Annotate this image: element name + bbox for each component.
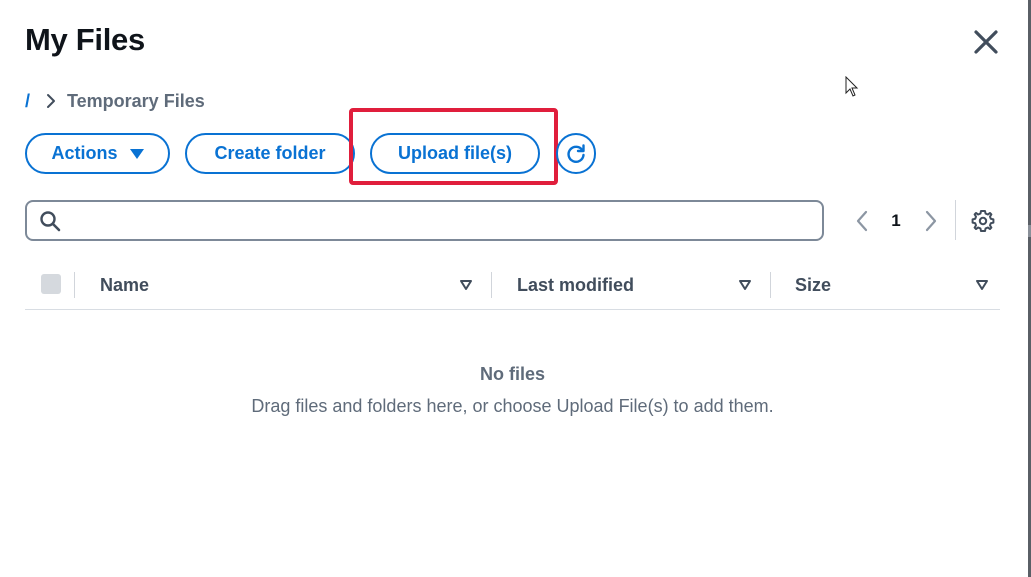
upload-files-button[interactable]: Upload file(s) — [370, 133, 540, 174]
search-input[interactable] — [71, 206, 811, 235]
column-header-name[interactable]: Name — [100, 275, 149, 296]
column-header-last-modified[interactable]: Last modified — [517, 275, 634, 296]
caret-down-icon — [129, 148, 144, 159]
column-divider — [74, 272, 75, 298]
create-folder-label: Create folder — [214, 143, 326, 163]
chevron-right-icon — [47, 94, 55, 108]
pager-divider — [955, 200, 956, 240]
gear-icon[interactable] — [971, 209, 995, 233]
close-button[interactable] — [970, 26, 1002, 58]
sort-down-icon[interactable] — [459, 278, 473, 292]
breadcrumb-root-link[interactable]: / — [25, 91, 39, 112]
mouse-cursor-icon — [845, 76, 859, 97]
select-all-checkbox[interactable] — [41, 274, 61, 294]
page-number[interactable]: 1 — [885, 211, 907, 231]
create-folder-button[interactable]: Create folder — [185, 133, 355, 174]
page-title: My Files — [25, 22, 145, 57]
actions-button-label: Actions — [51, 143, 118, 163]
column-divider[interactable] — [770, 272, 771, 298]
column-header-size[interactable]: Size — [795, 275, 831, 296]
breadcrumb: / Temporary Files — [25, 90, 205, 112]
sort-down-icon[interactable] — [975, 278, 989, 292]
empty-state-description: Drag files and folders here, or choose U… — [251, 396, 774, 416]
table-header: Name Last modified Size — [25, 264, 1000, 310]
refresh-icon — [567, 143, 585, 163]
breadcrumb-current: Temporary Files — [67, 90, 205, 111]
upload-files-label: Upload file(s) — [397, 143, 512, 163]
chevron-right-icon[interactable] — [921, 207, 941, 235]
chevron-left-icon[interactable] — [852, 207, 872, 235]
sort-down-icon[interactable] — [738, 278, 752, 292]
column-divider[interactable] — [491, 272, 492, 298]
close-icon — [974, 30, 998, 54]
refresh-button[interactable] — [556, 133, 596, 174]
empty-state-title: No files — [479, 364, 545, 384]
actions-button[interactable]: Actions — [25, 133, 170, 174]
search-icon — [40, 211, 61, 232]
search-box — [25, 200, 824, 241]
